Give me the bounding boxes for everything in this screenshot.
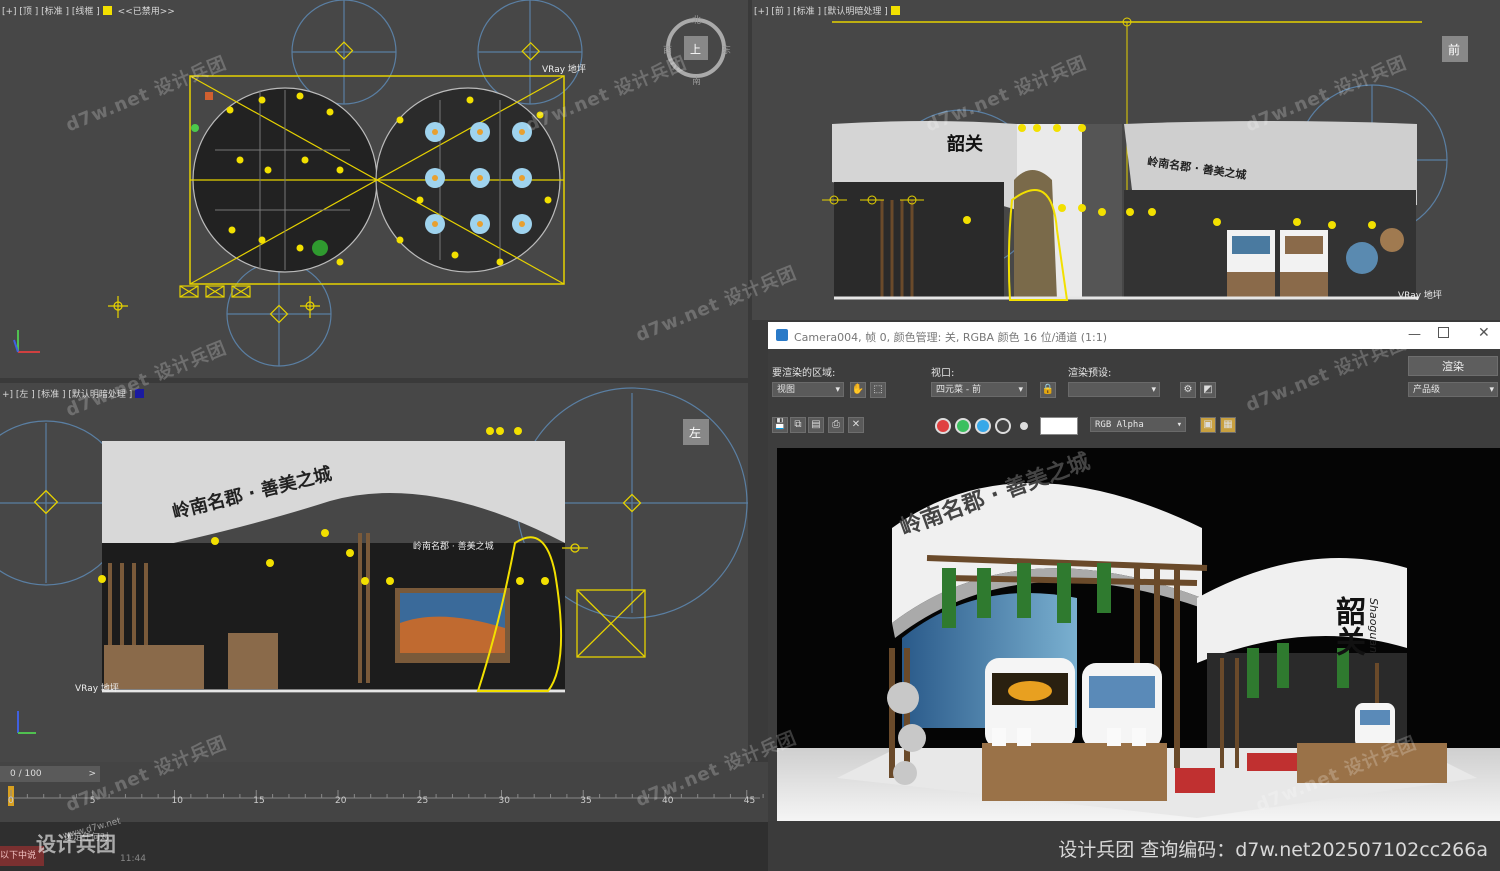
minimize-button[interactable]: — <box>1408 327 1421 342</box>
render-frame-window[interactable]: Camera004, 帧 0, 颜色管理: 关, RGBA 颜色 16 位/通道… <box>768 322 1500 871</box>
rendered-booth <box>777 483 1500 821</box>
render-window-footer: 设计兵团 查询编码：d7w.net202507102cc266a <box>768 821 1500 871</box>
rendered-image: 岭南名郡 · 善美之城 韶关 Shaoguan <box>777 448 1500 821</box>
lock-icon[interactable]: 🔒 <box>1040 382 1056 398</box>
viewcube-west: 西 <box>663 46 673 56</box>
timeline-ruler <box>8 790 764 799</box>
viewport-top[interactable]: [+] [顶 ] [标准 ] [线框 ] <<已禁用>> 上 北 南 东 西 V… <box>0 0 748 378</box>
left-view-scene <box>0 387 748 734</box>
viewport-select-label: 视口: <box>931 368 955 379</box>
front-vray-ground-label: VRay 地坪 <box>1398 291 1442 301</box>
alpha-channel-toggle[interactable] <box>995 418 1011 434</box>
copy-image-icon[interactable]: ⧉ <box>790 417 806 433</box>
viewport-left-label[interactable]: +] [左 ] [标准 ] [默认明暗处理 ] <box>2 387 145 400</box>
region-select-icon[interactable]: ⬚ <box>870 382 886 398</box>
toggle-ui-icon[interactable]: ▦ <box>1220 417 1236 433</box>
timeline-tick-label: 45 <box>743 796 756 806</box>
viewcube-top-face[interactable]: 上 <box>690 41 701 57</box>
save-image-icon[interactable]: 💾 <box>772 417 788 433</box>
red-channel-toggle[interactable] <box>935 418 951 434</box>
viewport-front-label[interactable]: [+] [前 ] [标准 ] [默认明暗处理 ] <box>754 4 900 17</box>
render-window-title: Camera004, 帧 0, 颜色管理: 关, RGBA 颜色 16 位/通道… <box>794 331 1108 344</box>
viewport-left-color-marker <box>135 389 145 398</box>
viewport-top-label[interactable]: [+] [顶 ] [标准 ] [线框 ] <<已禁用>> <box>2 4 175 17</box>
viewcube-north: 北 <box>692 16 702 26</box>
viewcube-front-face[interactable]: 前 <box>1448 41 1460 58</box>
hand-tool-icon[interactable]: ✋ <box>850 382 866 398</box>
front-view-scene <box>822 17 1468 301</box>
viewport-top-color-marker <box>102 6 112 15</box>
render-preset-dropdown[interactable]: ▾ <box>1068 382 1160 397</box>
left-vray-ground-label: VRay 地坪 <box>75 684 119 694</box>
area-to-render-dropdown[interactable]: 视图 ▾ <box>772 382 844 397</box>
timeline-tick-label: 25 <box>416 796 429 806</box>
maximize-button[interactable] <box>1438 327 1449 338</box>
timeline-tick-label: 35 <box>580 796 592 806</box>
timeline-tick-label: 10 <box>171 796 183 806</box>
timeline-tick-label: 40 <box>662 796 674 806</box>
timeline-tick-label: 15 <box>253 796 265 806</box>
status-bar: 以下中说 选定任何对 11:44 设计兵团 www.d7w.net <box>0 816 768 871</box>
top-view-wireframe <box>13 0 726 367</box>
render-button[interactable]: 渲染 <box>1408 356 1498 376</box>
toggle-ui-overlay-icon[interactable]: ▣ <box>1200 417 1216 433</box>
close-button[interactable]: ✕ <box>1478 325 1490 341</box>
viewport-select-dropdown[interactable]: 四元菜 - 前 ▾ <box>931 382 1027 397</box>
render-window-titlebar[interactable]: Camera004, 帧 0, 颜色管理: 关, RGBA 颜色 16 位/通道… <box>768 322 1500 349</box>
timeline-tick-label: 5 <box>89 796 96 806</box>
clear-icon[interactable]: ✕ <box>848 417 864 433</box>
render-brand-cn: 韶关 <box>1330 596 1365 656</box>
area-to-render-label: 要渲染的区域: <box>772 368 836 379</box>
blue-channel-toggle[interactable] <box>975 418 991 434</box>
timeline-tick-label: 20 <box>335 796 347 806</box>
viewport-front[interactable]: [+] [前 ] [标准 ] [默认明暗处理 ] 岭南名郡 · 善美之城 韶关 … <box>752 0 1500 320</box>
timeline[interactable]: 0 / 100 > 0 5 10 15 20 25 30 35 40 45 <box>0 762 768 822</box>
green-channel-toggle[interactable] <box>955 418 971 434</box>
viewport-left[interactable]: +] [左 ] [标准 ] [默认明暗处理 ] 岭南名郡 · 善美之城 岭南名郡… <box>0 383 748 762</box>
render-preset-label: 渲染预设: <box>1068 368 1112 379</box>
clone-window-icon[interactable]: ▤ <box>808 417 824 433</box>
environment-icon[interactable]: ◩ <box>1200 382 1216 398</box>
viewport-front-color-marker <box>890 6 900 15</box>
render-brand-en: Shaoguan <box>1367 598 1380 654</box>
render-setup-icon[interactable]: ⚙ <box>1180 382 1196 398</box>
monochrome-toggle[interactable] <box>1020 422 1028 430</box>
left-inner-slogan: 岭南名郡 · 善美之城 <box>413 542 494 552</box>
top-vray-ground-label: VRay 地坪 <box>542 65 586 75</box>
footer-query-code: 设计兵团 查询编码：d7w.net202507102cc266a <box>1058 839 1488 861</box>
color-swatch[interactable] <box>1040 417 1078 435</box>
render-quality-dropdown[interactable]: 产品级 ▾ <box>1408 382 1498 397</box>
timeline-tick-label: 0 <box>8 796 14 806</box>
render-window-icon <box>776 329 788 341</box>
front-booth-brand: 韶关 <box>947 134 983 155</box>
channel-display-dropdown[interactable]: RGB Alpha ▾ <box>1090 417 1186 432</box>
print-icon[interactable]: ⎙ <box>828 417 844 433</box>
timeline-tick-label: 30 <box>498 796 510 806</box>
viewcube-east: 东 <box>722 46 732 56</box>
status-time: 11:44 <box>120 854 146 864</box>
viewcube-south: 南 <box>692 77 702 87</box>
viewcube-left-face[interactable]: 左 <box>689 424 701 441</box>
